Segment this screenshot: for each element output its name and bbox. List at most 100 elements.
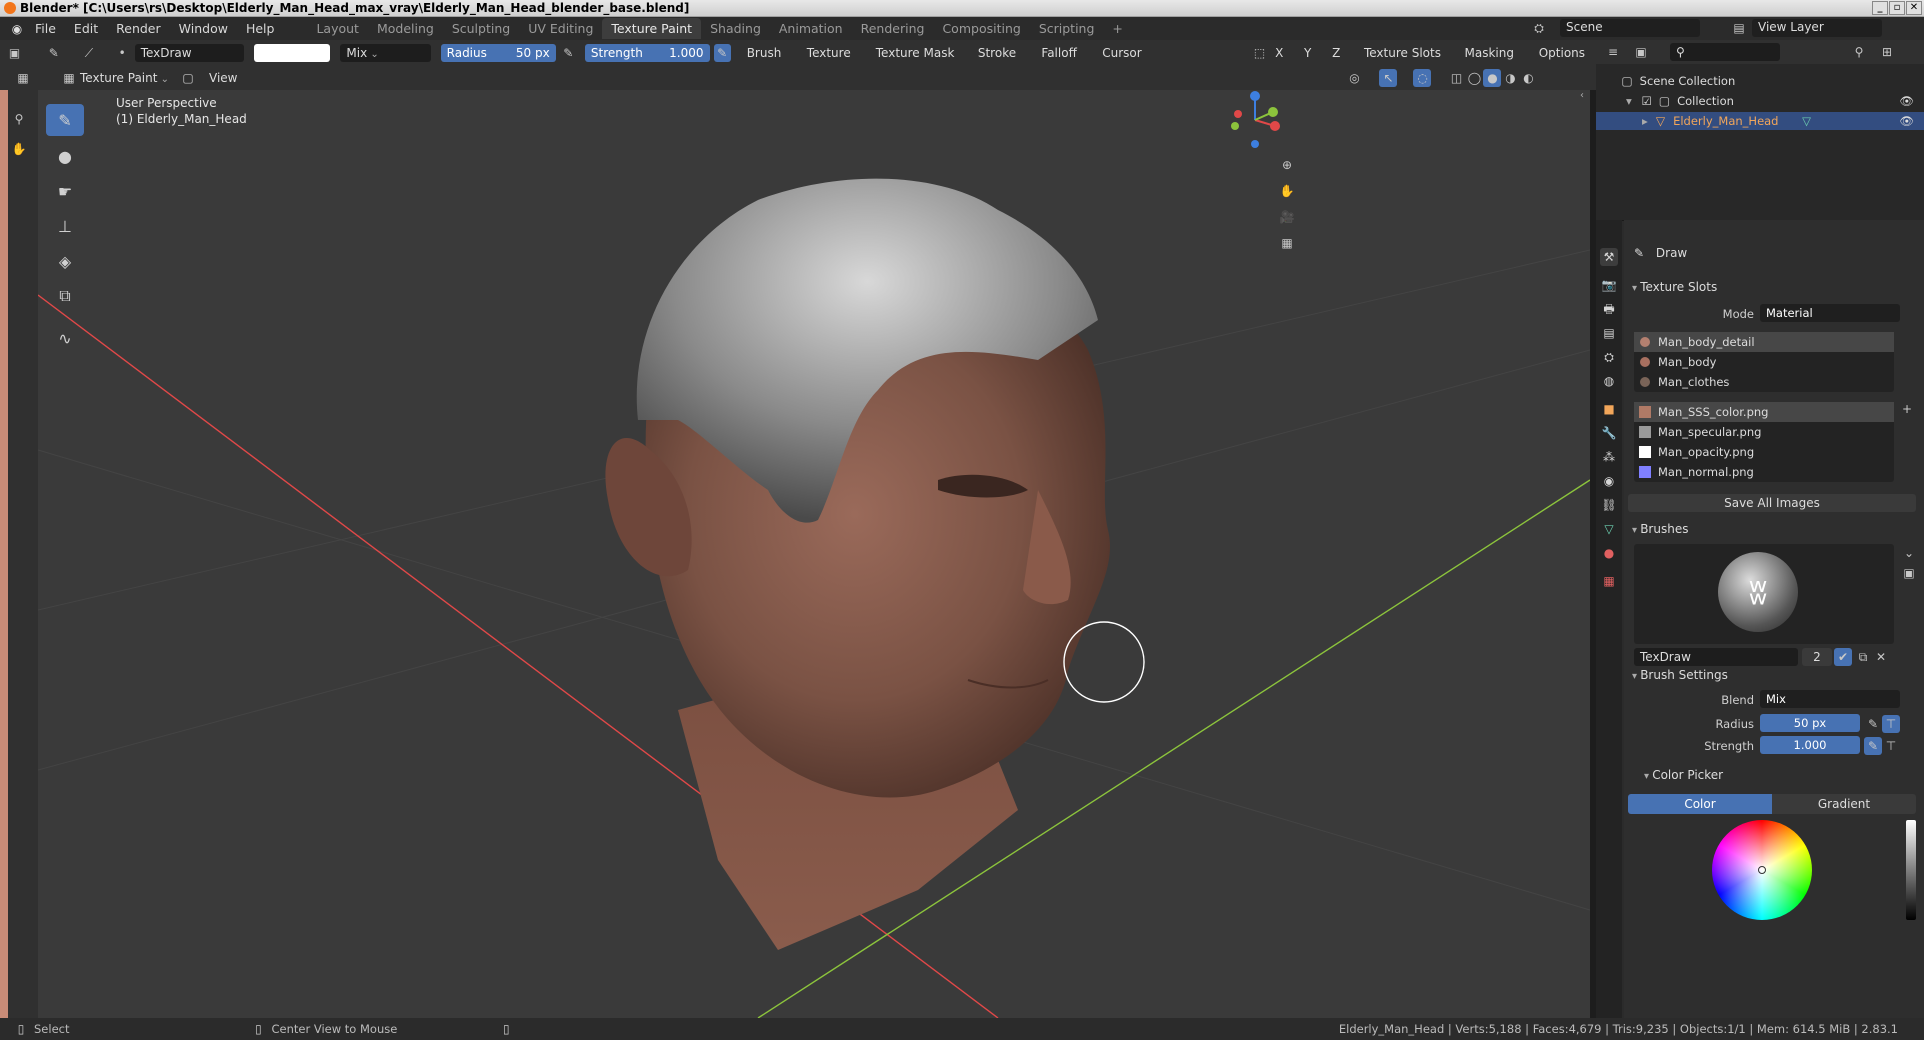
radius-unified-icon[interactable]: ⊤	[1882, 715, 1900, 733]
radius-slider[interactable]: Radius 50 px	[440, 44, 556, 62]
pan-view-icon[interactable]: ✋	[1278, 182, 1296, 200]
radius-pressure-icon[interactable]: ✎	[560, 44, 577, 62]
data-tab-icon[interactable]: ▽	[1600, 520, 1618, 538]
view-layer-selector[interactable]: View Layer	[1752, 19, 1882, 37]
scene-icon[interactable]: ⛭	[1530, 19, 1548, 37]
color-wheel[interactable]	[1712, 820, 1812, 920]
display-mode-icon[interactable]: ▣	[1632, 43, 1650, 61]
render-tab-icon[interactable]: 📷	[1600, 276, 1618, 294]
wireframe-shading-icon[interactable]: ◯	[1465, 69, 1483, 87]
particles-tab-icon[interactable]: ⁂	[1600, 448, 1618, 466]
tool-draw[interactable]: ✎	[46, 104, 84, 136]
filter-icon[interactable]: ⚲	[1850, 43, 1868, 61]
tab-texture-paint[interactable]: Texture Paint	[602, 18, 702, 39]
gizmo-icon[interactable]: ↖	[1379, 69, 1398, 87]
tool-annotate[interactable]: ∿	[46, 322, 84, 354]
material-tab-icon[interactable]: ●	[1600, 544, 1618, 562]
world-tab-icon[interactable]: ◍	[1600, 372, 1618, 390]
menu-brush[interactable]: Brush	[741, 44, 797, 62]
menu-stroke[interactable]: Stroke	[972, 44, 1032, 62]
view-layer-tab-icon[interactable]: ▤	[1600, 324, 1618, 342]
camera-view-icon[interactable]: 🎥	[1278, 208, 1296, 226]
eye-icon[interactable]: 👁	[1899, 112, 1914, 130]
brush-preview[interactable]: ʬ	[1634, 544, 1894, 644]
brush-dropdown-icon[interactable]: ⌄	[1900, 544, 1918, 562]
menu-file[interactable]: File	[26, 21, 65, 36]
brush-name-field[interactable]: TexDraw	[134, 44, 245, 62]
outliner-row-collection[interactable]: ▾ ☑ ▢ Collection 👁	[1596, 92, 1924, 110]
tab-uv-editing[interactable]: UV Editing	[519, 18, 602, 39]
axis-z-toggle[interactable]: Z	[1329, 44, 1354, 62]
axis-y-toggle[interactable]: Y	[1301, 44, 1325, 62]
list-item[interactable]: Man_opacity.png	[1634, 442, 1894, 462]
3d-viewport[interactable]: User Perspective (1) Elderly_Man_Head ⊕ …	[38, 90, 1590, 1018]
menu-render[interactable]: Render	[107, 21, 170, 36]
strength-slider[interactable]: 1.000	[1760, 736, 1860, 754]
ortho-toggle-icon[interactable]: ▦	[1278, 234, 1296, 252]
brush-dot-icon[interactable]: •	[114, 44, 131, 62]
outliner-search-input[interactable]: ⚲	[1670, 43, 1780, 61]
color-swatch[interactable]	[254, 44, 331, 62]
menu-masking[interactable]: Masking	[1458, 44, 1528, 62]
value-slider[interactable]	[1906, 820, 1916, 920]
output-tab-icon[interactable]: 🖶	[1600, 300, 1618, 318]
tab-animation[interactable]: Animation	[770, 18, 852, 39]
blend-dropdown[interactable]: Mix	[1760, 690, 1900, 708]
tool-fill[interactable]: ◈	[46, 245, 84, 277]
maximize-button[interactable]: ▫	[1889, 1, 1905, 15]
list-item[interactable]: Man_body_detail	[1634, 332, 1894, 352]
menu-edit[interactable]: Edit	[65, 21, 107, 36]
tool-tab-icon[interactable]: ⚒	[1600, 248, 1618, 266]
paint-mode-icon[interactable]: ✎	[45, 44, 62, 62]
material-shading-icon[interactable]: ◑	[1501, 69, 1519, 87]
list-item[interactable]: Man_normal.png	[1634, 462, 1894, 482]
constraints-tab-icon[interactable]: ⛓	[1600, 496, 1618, 514]
add-workspace-button[interactable]: +	[1103, 18, 1131, 39]
tab-color[interactable]: Color	[1628, 794, 1772, 814]
menu-help[interactable]: Help	[237, 21, 284, 36]
axis-x-toggle[interactable]: X	[1272, 44, 1297, 62]
tab-gradient[interactable]: Gradient	[1772, 794, 1916, 814]
outliner-editor-icon[interactable]: ≡	[1604, 43, 1622, 61]
brush-icon[interactable]: ⟋	[80, 44, 97, 62]
menu-texture-slots[interactable]: Texture Slots	[1358, 44, 1455, 62]
strength-unified-icon[interactable]: ⊤	[1882, 737, 1900, 755]
mode-dropdown[interactable]: Material	[1760, 304, 1900, 322]
texture-slots-panel-header[interactable]: Texture Slots	[1624, 276, 1924, 298]
add-slot-icon[interactable]: +	[1902, 402, 1912, 416]
eye-icon[interactable]: 👁	[1899, 92, 1914, 110]
color-picker-panel-header[interactable]: Color Picker	[1624, 764, 1924, 786]
zoom-view-icon[interactable]: ⊕	[1278, 156, 1296, 174]
blender-menu-icon[interactable]: ◉	[8, 20, 26, 38]
list-item[interactable]: Man_clothes	[1634, 372, 1894, 392]
overlay-icon[interactable]: ◌	[1413, 69, 1432, 87]
tab-shading[interactable]: Shading	[701, 18, 770, 39]
outliner-row-scene-collection[interactable]: ▢ Scene Collection	[1596, 72, 1924, 90]
scene-selector[interactable]: Scene	[1560, 19, 1700, 37]
tool-soften[interactable]: ●	[46, 140, 84, 172]
list-item[interactable]: Man_SSS_color.png	[1634, 402, 1894, 422]
paint-mask-icon[interactable]: ▢	[179, 69, 197, 87]
strength-slider[interactable]: Strength 1.000	[584, 44, 710, 62]
editor-type-icon-2[interactable]: ▦	[14, 69, 32, 87]
tab-rendering[interactable]: Rendering	[852, 18, 934, 39]
menu-texture-mask[interactable]: Texture Mask	[870, 44, 968, 62]
mode-dropdown[interactable]: Texture Paint	[78, 69, 175, 87]
tab-scripting[interactable]: Scripting	[1030, 18, 1104, 39]
strength-pressure-icon[interactable]: ✎	[713, 44, 731, 62]
texture-tab-icon[interactable]: ▦	[1600, 572, 1618, 590]
rendered-shading-icon[interactable]: ◐	[1519, 69, 1537, 87]
minimize-button[interactable]: _	[1872, 1, 1888, 15]
tab-layout[interactable]: Layout	[307, 18, 368, 39]
close-button[interactable]: ✕	[1906, 1, 1922, 15]
expand-arrow-icon[interactable]: ▸	[1642, 114, 1648, 128]
menu-window[interactable]: Window	[170, 21, 237, 36]
editor-type-icon[interactable]: ▣	[6, 44, 23, 62]
xray-icon[interactable]: ◫	[1447, 69, 1465, 87]
visibility-icon[interactable]: ◎	[1345, 69, 1363, 87]
list-item[interactable]: Man_body	[1634, 352, 1894, 372]
radius-pressure-icon[interactable]: ✎	[1864, 715, 1882, 733]
menu-cursor[interactable]: Cursor	[1096, 44, 1157, 62]
physics-tab-icon[interactable]: ◉	[1600, 472, 1618, 490]
tab-modeling[interactable]: Modeling	[368, 18, 443, 39]
